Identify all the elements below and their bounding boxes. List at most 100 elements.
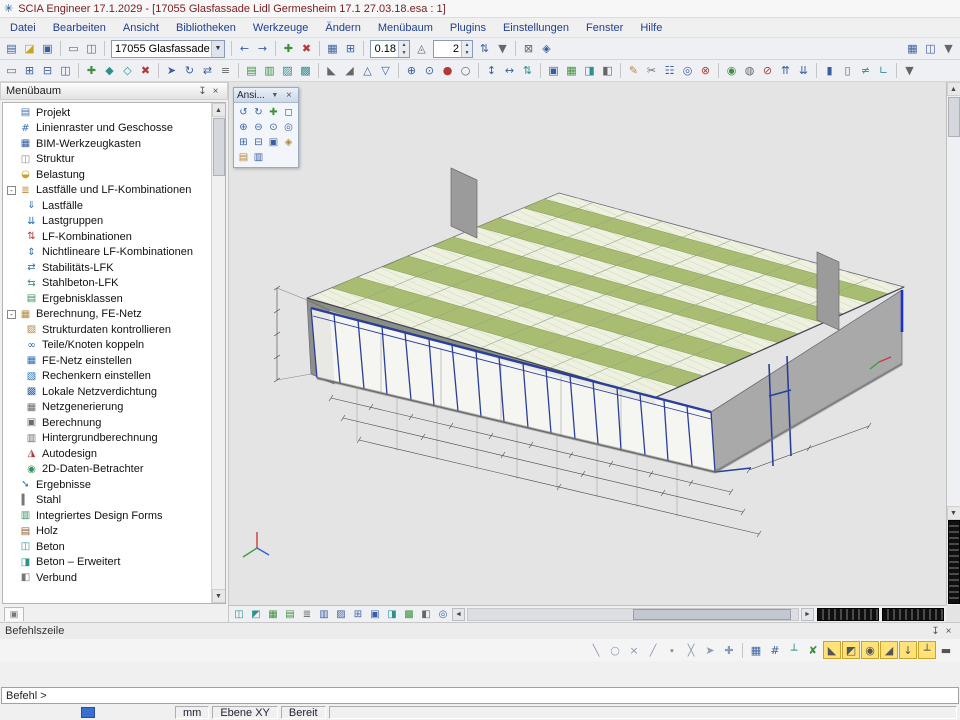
chevron-down-icon[interactable]: ▼ xyxy=(269,92,281,99)
snap-midpoint-icon[interactable]: ◣ xyxy=(823,641,841,659)
scale-icon[interactable]: ◬ xyxy=(413,40,430,57)
neq-icon[interactable]: ≠ xyxy=(857,62,874,79)
snap-ortho-icon[interactable]: ┴ xyxy=(918,641,936,659)
mesh-view-icon[interactable]: ▦ xyxy=(265,607,281,622)
mirror-icon[interactable]: ⇄ xyxy=(199,62,216,79)
select-icon[interactable]: ▭ xyxy=(3,62,20,79)
grid-icon[interactable]: ▦ xyxy=(324,40,341,57)
zoom-out-icon[interactable]: ⊖ xyxy=(251,120,266,135)
window-icon[interactable]: ▦ xyxy=(904,40,921,57)
pin-icon[interactable]: ↧ xyxy=(196,86,209,97)
menu-ansicht[interactable]: Ansicht xyxy=(123,22,159,34)
snap-more-icon[interactable]: ▬ xyxy=(937,641,955,659)
snap-node-icon[interactable]: ◢ xyxy=(880,641,898,659)
wall-icon[interactable]: ▥ xyxy=(261,62,278,79)
scroll-down-icon[interactable]: ▼ xyxy=(947,506,960,520)
pan-icon[interactable]: ✚ xyxy=(266,105,281,120)
shade-icon[interactable]: ◍ xyxy=(741,62,758,79)
target-icon[interactable]: ◎ xyxy=(679,62,696,79)
tree-item[interactable]: ∞Teile/Knoten koppeln xyxy=(3,338,211,354)
snap-diag-icon[interactable]: ╱ xyxy=(644,641,662,659)
project-combobox[interactable]: 17055 Glasfassade ▼ xyxy=(111,40,225,58)
snap-arrow-icon[interactable]: ➤ xyxy=(701,641,719,659)
tree-item[interactable]: ◫Beton xyxy=(3,539,211,555)
zoom-in-icon[interactable]: ⊕ xyxy=(403,62,420,79)
spin-down-icon[interactable]: ▼ xyxy=(399,49,409,57)
half-icon[interactable]: ◨ xyxy=(581,62,598,79)
spin-up-icon[interactable]: ▲ xyxy=(462,41,472,49)
tree-expander-icon[interactable]: - xyxy=(7,186,16,195)
zoom-in-icon[interactable]: ⊕ xyxy=(236,120,251,135)
tree-item[interactable]: ◨Beton – Erweitert xyxy=(3,555,211,571)
page2-icon[interactable]: ▨ xyxy=(333,607,349,622)
tree-item[interactable]: ⇄Stabilitäts-LFK xyxy=(3,260,211,276)
snap-raster-icon[interactable]: # xyxy=(766,641,784,659)
snap-grid-icon[interactable]: ▦ xyxy=(747,641,765,659)
tree-item[interactable]: ▣Berechnung xyxy=(3,415,211,431)
solid-icon[interactable]: ▣ xyxy=(545,62,562,79)
target-view-icon[interactable]: ◎ xyxy=(435,607,451,622)
spin-down-icon[interactable]: ▼ xyxy=(462,49,472,57)
scroll-up-icon[interactable]: ▲ xyxy=(947,82,960,96)
free-point-icon[interactable]: ○ xyxy=(457,62,474,79)
scale-spinner[interactable]: 0.18 ▲▼ xyxy=(370,40,410,58)
tree-item[interactable]: ◒Belastung xyxy=(3,167,211,183)
scroll-right-icon[interactable]: ► xyxy=(801,608,814,621)
tree-item[interactable]: #Linienraster und Geschosse xyxy=(3,121,211,137)
layers2-icon[interactable]: ☷ xyxy=(661,62,678,79)
frame-icon[interactable]: ▯ xyxy=(839,62,856,79)
snap-cross-icon[interactable]: × xyxy=(625,641,643,659)
tree-item[interactable]: ▦FE-Netz einstellen xyxy=(3,353,211,369)
redo-icon[interactable]: → xyxy=(254,40,271,57)
tri-right-icon[interactable]: ◢ xyxy=(341,62,358,79)
snap-plus-icon[interactable]: ✚ xyxy=(720,641,738,659)
menu-datei[interactable]: Datei xyxy=(10,22,36,34)
surface-view-icon[interactable]: ▤ xyxy=(282,607,298,622)
tree-scrollbar[interactable]: ▲ ▼ xyxy=(211,103,225,603)
tree-item[interactable]: ⇅LF-Kombinationen xyxy=(3,229,211,245)
column-icon[interactable]: ◇ xyxy=(119,62,136,79)
dot-icon[interactable]: ◉ xyxy=(723,62,740,79)
layers-dropdown-icon[interactable]: ▼ xyxy=(494,40,511,57)
scroll-up-icon[interactable]: ▲ xyxy=(212,103,226,117)
angle-icon[interactable]: ∟ xyxy=(875,62,892,79)
stretch-h-icon[interactable]: ↔ xyxy=(501,62,518,79)
list-view-icon[interactable]: ≣ xyxy=(299,607,315,622)
menu-menübaum[interactable]: Menübaum xyxy=(378,22,433,34)
menu-hilfe[interactable]: Hilfe xyxy=(640,22,662,34)
table-icon[interactable]: ⊞ xyxy=(342,40,359,57)
up-tri-icon[interactable]: △ xyxy=(359,62,376,79)
cut-icon[interactable]: ✂ xyxy=(643,62,660,79)
save-icon[interactable]: ▣ xyxy=(39,40,56,57)
zoom-selection-icon[interactable]: ◎ xyxy=(281,120,296,135)
raster-icon[interactable]: ▦ xyxy=(563,62,580,79)
rotate-icon[interactable]: ↻ xyxy=(181,62,198,79)
tree-item[interactable]: ⇆Stahlbeton-LFK xyxy=(3,276,211,292)
tree-item[interactable]: -≣Lastfälle und LF-Kombinationen xyxy=(3,183,211,199)
command-input[interactable]: Befehl > xyxy=(1,687,959,704)
snap-dot-icon[interactable]: ∙ xyxy=(663,641,681,659)
close-icon[interactable]: × xyxy=(942,626,955,637)
tree-item[interactable]: ▤Projekt xyxy=(3,105,211,121)
copy-icon[interactable]: ◫ xyxy=(57,62,74,79)
menu-werkzeuge[interactable]: Werkzeuge xyxy=(253,22,308,34)
move-icon[interactable]: ➤ xyxy=(163,62,180,79)
tree-tab-icon[interactable]: ▣ xyxy=(4,607,24,621)
view-palette-header[interactable]: Ansi... ▼ × xyxy=(234,88,298,103)
snap-endpoint-icon[interactable]: ◩ xyxy=(842,641,860,659)
tree-item[interactable]: ▧Rechenkern einstellen xyxy=(3,369,211,385)
perspective-icon[interactable]: ◈ xyxy=(281,135,296,150)
down-tri-icon[interactable]: ▽ xyxy=(377,62,394,79)
scrollbar-thumb[interactable] xyxy=(213,118,225,176)
arrows-down-icon[interactable]: ⇊ xyxy=(795,62,812,79)
tree-expander-icon[interactable]: - xyxy=(7,310,16,319)
view-x-icon[interactable]: ⊞ xyxy=(236,135,251,150)
snap-center-icon[interactable]: ◉ xyxy=(861,641,879,659)
horizontal-scrollbar[interactable] xyxy=(467,608,799,621)
scroll-down-icon[interactable]: ▼ xyxy=(212,589,226,603)
tree-item[interactable]: ▦BIM-Werkzeugkasten xyxy=(3,136,211,152)
half-view-icon[interactable]: ◨ xyxy=(384,607,400,622)
snap-line-icon[interactable]: ╲ xyxy=(587,641,605,659)
plate-icon[interactable]: ▤ xyxy=(243,62,260,79)
zoom-fit-icon[interactable]: ⊙ xyxy=(421,62,438,79)
